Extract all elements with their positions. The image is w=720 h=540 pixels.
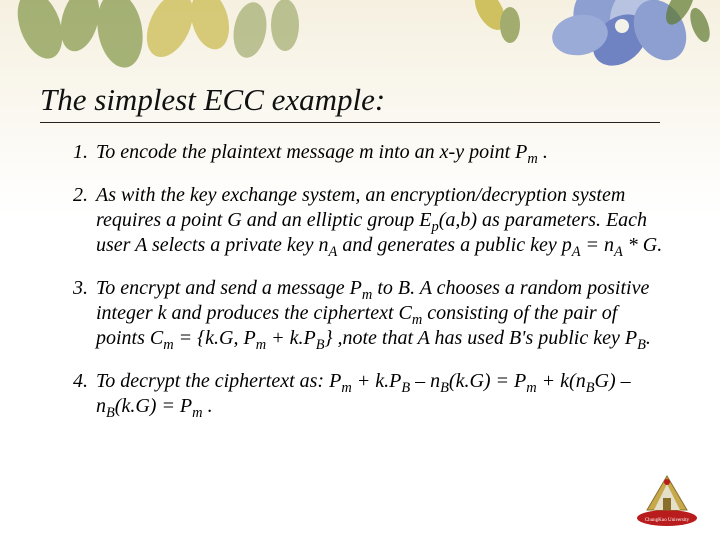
item-number: 3. [60,276,88,301]
item-text: To decrypt the ciphertext as: Pm + k.PB … [96,370,631,417]
item-text: As with the key exchange system, an encr… [96,184,662,256]
university-logo: ChungKuo University [632,470,702,528]
floral-right [450,0,710,74]
item-number: 1. [60,140,88,165]
list-item: 1. To encode the plaintext message m int… [60,140,670,165]
list-item: 2. As with the key exchange system, an e… [60,183,670,258]
floral-left [10,0,310,74]
item-text: To encrypt and send a message Pm to B. A… [96,277,651,349]
item-number: 2. [60,183,88,208]
item-number: 4. [60,369,88,394]
item-text: To encode the plaintext message m into a… [96,141,548,163]
slide-title: The simplest ECC example: [40,82,660,123]
list-item: 4. To decrypt the ciphertext as: Pm + k.… [60,369,670,419]
slide-content: 1. To encode the plaintext message m int… [60,140,670,437]
list-item: 3. To encrypt and send a message Pm to B… [60,276,670,351]
logo-caption: ChungKuo University [645,518,690,523]
numbered-list: 1. To encode the plaintext message m int… [60,140,670,419]
decorative-banner [0,0,720,74]
